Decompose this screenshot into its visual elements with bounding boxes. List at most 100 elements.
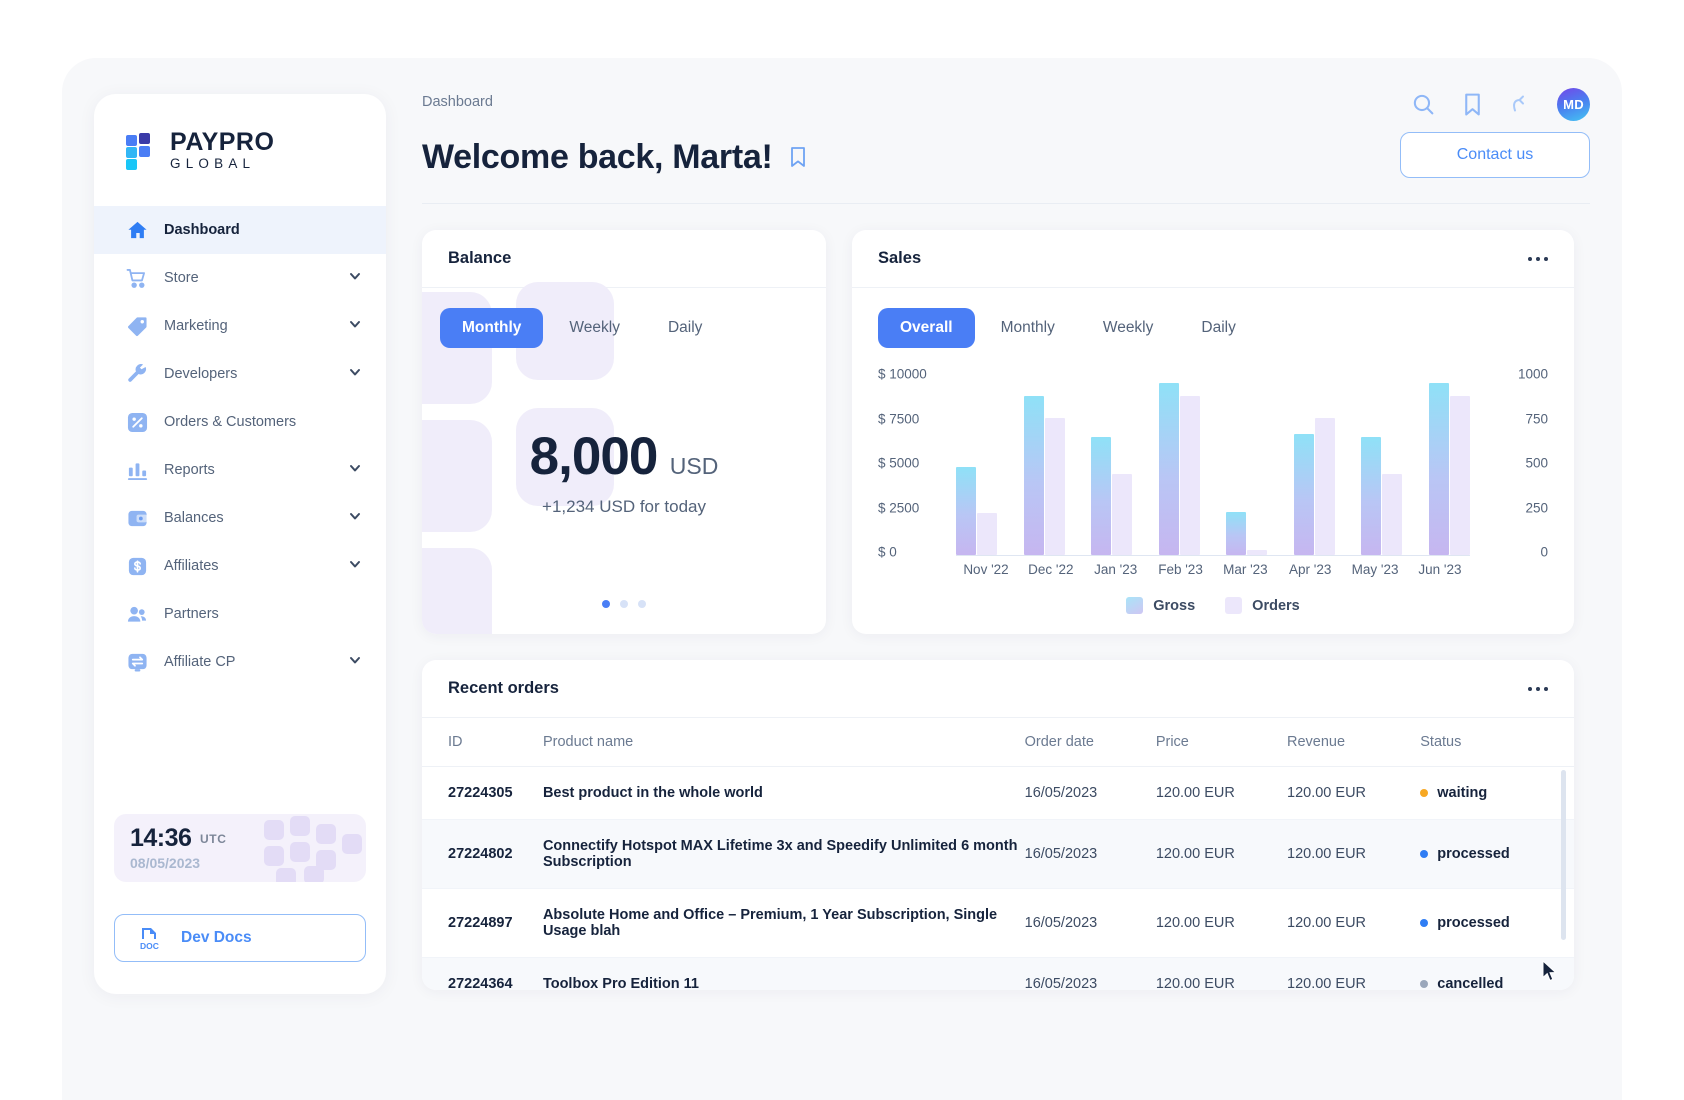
sidebar-item-reports[interactable]: Reports (94, 446, 386, 494)
column-header[interactable]: Price (1155, 718, 1288, 767)
bar-gross (956, 467, 976, 555)
chevron-down-icon[interactable] (348, 365, 362, 384)
chevron-down-icon[interactable] (348, 461, 362, 480)
sidebar-item-developers[interactable]: Developers (94, 350, 386, 398)
refresh-icon[interactable] (1509, 92, 1531, 117)
column-header[interactable]: Product name (542, 718, 1025, 767)
legend-item[interactable]: Gross (1126, 597, 1195, 614)
chart-bar-group (1023, 370, 1065, 555)
bar-gross (1226, 511, 1247, 555)
carousel-dot[interactable] (620, 600, 628, 608)
chevron-down-icon[interactable] (348, 653, 362, 672)
tab-daily[interactable]: Daily (646, 308, 724, 348)
cell-id: 27224305 (422, 766, 543, 820)
orders-table-header-row: ID Product name Order date Price Revenue Stat… (422, 718, 1574, 767)
orders-scrollbar[interactable] (1561, 770, 1566, 940)
sidebar: PAYPRO GLOBAL Dashboard Store Marketing Dev… (94, 94, 386, 994)
sidebar-item-label: Partners (164, 606, 219, 622)
tag-icon (126, 315, 148, 337)
sidebar-item-orders-customers[interactable]: Orders & Customers (94, 398, 386, 446)
column-header[interactable]: ID (422, 718, 543, 767)
sidebar-item-label: Developers (164, 366, 238, 382)
cell-status: processed (1420, 888, 1574, 958)
carousel-dot[interactable] (638, 600, 646, 608)
table-row[interactable]: 27224364 Toolbox Pro Edition 11 16/05/2023… (422, 957, 1574, 990)
clock-timezone: UTC (200, 832, 227, 846)
brand-logo[interactable]: PAYPRO GLOBAL (94, 94, 386, 206)
sidebar-item-balances[interactable]: Balances (94, 494, 386, 542)
sidebar-item-label: Orders & Customers (164, 414, 297, 430)
dev-docs-label: Dev Docs (181, 929, 252, 946)
column-header[interactable]: Revenue (1287, 718, 1421, 767)
sidebar-item-affiliate-cp[interactable]: Affiliate CP (94, 638, 386, 686)
tab-weekly[interactable]: Weekly (547, 308, 642, 348)
tab-monthly[interactable]: Monthly (440, 308, 544, 348)
status-dot (1420, 850, 1429, 858)
table-row[interactable]: 27224897 Absolute Home and Office – Premi… (422, 888, 1574, 958)
sidebar-item-label: Store (164, 270, 199, 286)
axis-tick-label: 750 (1525, 411, 1548, 426)
bar-chart-icon (126, 459, 148, 481)
axis-tick-label: $ 7500 (878, 411, 920, 426)
tab-weekly[interactable]: Weekly (1081, 308, 1176, 348)
axis-tick-label: $ 2500 (878, 500, 920, 515)
x-tick-label: Feb '23 (1158, 562, 1203, 577)
doc-icon: DOC (137, 925, 163, 951)
table-row[interactable]: 27224802 Connectify Hotspot MAX Lifetime … (422, 819, 1574, 889)
tab-overall[interactable]: Overall (878, 308, 975, 348)
bookmark-icon[interactable] (789, 146, 807, 173)
sidebar-item-affiliates[interactable]: Affiliates (94, 542, 386, 590)
x-tick-label: Jun '23 (1418, 562, 1462, 577)
more-horizontal-icon[interactable] (1528, 256, 1548, 261)
sidebar-item-label: Balances (164, 510, 224, 526)
sidebar-item-label: Dashboard (164, 222, 240, 238)
column-header[interactable]: Order date (1024, 718, 1156, 767)
axis-tick-label: 0 (1540, 544, 1548, 560)
legend-swatch (1126, 597, 1144, 614)
tab-monthly[interactable]: Monthly (979, 308, 1077, 348)
bookmark-icon[interactable] (1462, 92, 1483, 117)
chevron-down-icon[interactable] (348, 557, 362, 576)
sidebar-item-marketing[interactable]: Marketing (94, 302, 386, 350)
carousel-dot[interactable] (602, 600, 610, 608)
percent-icon (126, 411, 148, 433)
chart-plot-area (956, 370, 1470, 556)
clock-date: 08/05/2023 (130, 855, 201, 871)
sidebar-item-label: Reports (164, 462, 215, 478)
sidebar-item-label: Marketing (164, 318, 228, 334)
axis-tick-label: 500 (1525, 455, 1548, 471)
bar-orders (1179, 396, 1200, 555)
tab-daily[interactable]: Daily (1179, 308, 1257, 348)
contact-us-button[interactable]: Contact us (1400, 132, 1590, 178)
chart-bar-group (1091, 370, 1133, 555)
sidebar-item-dashboard[interactable]: Dashboard (94, 206, 386, 254)
table-row[interactable]: 27224305 Best product in the whole world 1… (422, 766, 1574, 820)
sidebar-item-label: Affiliate CP (164, 654, 236, 670)
cell-status: processed (1420, 819, 1574, 889)
avatar[interactable]: MD (1557, 88, 1590, 121)
cell-date: 16/05/2023 (1024, 957, 1156, 990)
balance-card-header: Balance (422, 230, 826, 288)
balance-title: Balance (448, 249, 512, 267)
chart-bar-group (956, 370, 997, 555)
chart-bar-group (1293, 370, 1335, 555)
status-badge: processed (1420, 846, 1574, 862)
orders-table-body: 27224305 Best product in the whole world 1… (422, 766, 1574, 990)
column-header[interactable]: Status (1420, 718, 1574, 767)
chevron-down-icon[interactable] (348, 269, 362, 288)
recent-orders-header: Recent orders (422, 660, 1574, 718)
cell-revenue: 120.00 EUR (1287, 957, 1421, 990)
search-icon[interactable] (1411, 92, 1436, 117)
sidebar-item-partners[interactable]: Partners (94, 590, 386, 638)
legend-item[interactable]: Orders (1225, 597, 1300, 614)
chevron-down-icon[interactable] (348, 509, 362, 528)
chevron-down-icon[interactable] (348, 317, 362, 336)
cell-date: 16/05/2023 (1024, 766, 1156, 820)
legend-label: Gross (1153, 597, 1196, 614)
orders-table: ID Product name Order date Price Revenue Stat… (422, 718, 1574, 990)
dev-docs-button[interactable]: DOC Dev Docs (114, 914, 366, 962)
sales-card: Sales Overall Monthly Weekly Daily $ 10000 $… (852, 230, 1574, 634)
more-horizontal-icon[interactable] (1528, 686, 1548, 691)
sidebar-item-store[interactable]: Store (94, 254, 386, 302)
chart-bar-group (1158, 370, 1200, 555)
